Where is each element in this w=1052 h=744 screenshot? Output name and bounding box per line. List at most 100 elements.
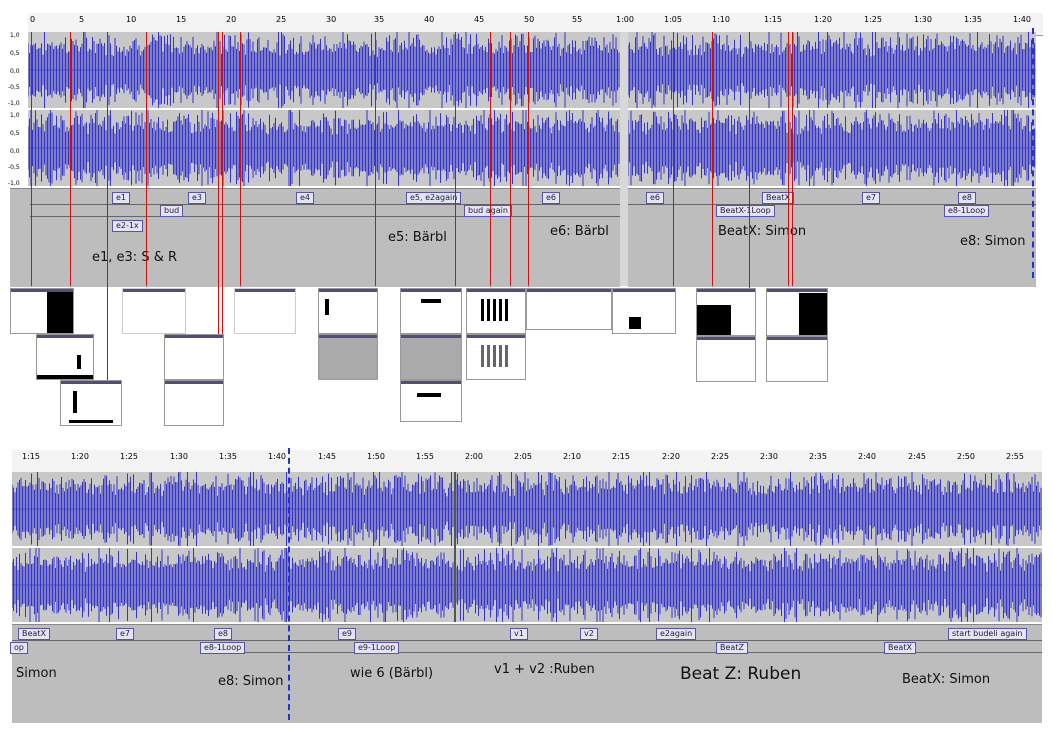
ruler-tick-label: 2:10 (563, 452, 581, 461)
label-box[interactable]: e7 (116, 628, 135, 640)
slide-thumbnail[interactable] (400, 380, 462, 422)
slide-thumbnail[interactable] (696, 336, 756, 382)
label-box[interactable]: e7 (862, 192, 881, 204)
ruler-tick-label: 2:30 (760, 452, 778, 461)
label-box[interactable]: e8-1Loop (944, 205, 990, 217)
ruler-tick-label: 0 (30, 15, 36, 24)
ruler-tick-label: 1:30 (170, 452, 188, 461)
label-box[interactable]: start budeli again (948, 628, 1027, 640)
slide-thumbnail[interactable] (318, 334, 378, 380)
audio-track-right-channel[interactable] (28, 110, 620, 186)
slide-thumbnail[interactable] (164, 334, 224, 380)
slide-thumbnail[interactable] (36, 334, 94, 380)
amplitude-scale: 1,0 0,5 0,0 -0,5 -1,0 1,0 0,5 0,0 -0,5 -… (8, 32, 28, 188)
marker-line (788, 32, 789, 286)
label-box[interactable]: e8 (214, 628, 233, 640)
playhead-marker[interactable] (1032, 28, 1034, 278)
label-box[interactable]: bud again (464, 205, 512, 217)
label-box[interactable]: e4 (296, 192, 315, 204)
label-box[interactable]: e2again (656, 628, 697, 640)
label-line (30, 204, 620, 205)
slide-thumbnail[interactable] (696, 288, 756, 336)
label-box[interactable]: BeatX (762, 192, 794, 204)
marker-line (510, 32, 511, 286)
label-box[interactable]: BeatX (884, 642, 916, 654)
label-box[interactable]: e6 (646, 192, 665, 204)
slide-thumbnail[interactable] (10, 288, 74, 334)
waveform-path (12, 472, 1042, 546)
audio-track-right-channel[interactable] (12, 548, 1042, 622)
ruler-tick-label: 1:35 (964, 15, 982, 24)
slide-thumbnail[interactable] (612, 288, 676, 334)
marker-line (712, 32, 713, 286)
scale-label: 0,0 (10, 148, 20, 155)
ruler-tick-label: 2:40 (858, 452, 876, 461)
slide-thumbnail[interactable] (466, 334, 526, 380)
ruler-tick-label: 1:20 (814, 15, 832, 24)
label-box[interactable]: v1 (510, 628, 528, 640)
ruler-tick-label: 1:25 (120, 452, 138, 461)
ruler-tick-label: 20 (226, 15, 237, 24)
audio-track-right-channel[interactable] (628, 110, 1036, 186)
marker-line (673, 32, 674, 286)
label-box[interactable]: e5, e2again (406, 192, 462, 204)
big-label: e6: Bärbl (550, 224, 609, 239)
label-box[interactable]: e2-1x (112, 220, 143, 232)
scale-label: -1,0 (8, 180, 20, 187)
audio-track-left-channel[interactable] (628, 32, 1036, 108)
slide-thumbnail[interactable] (234, 288, 296, 334)
playhead-marker[interactable] (288, 448, 290, 720)
scale-label: 0,5 (10, 130, 20, 137)
label-box[interactable]: BeatX-1Loop (716, 205, 775, 217)
clip-boundary (454, 472, 456, 622)
label-line (12, 640, 1042, 641)
ruler-tick-label: 1:10 (712, 15, 730, 24)
scale-label: 1,0 (10, 32, 20, 39)
bottom-timeline: 1:15 1:20 1:25 1:30 1:35 1:40 1:45 1:50 … (0, 448, 1052, 744)
scale-label: -0,5 (8, 164, 20, 171)
ruler-tick-label: 45 (474, 15, 485, 24)
waveform-path (12, 548, 1042, 622)
slide-thumbnail[interactable] (526, 288, 612, 330)
label-box[interactable]: BeatZ (716, 642, 748, 654)
big-label: wie 6 (Bärbl) (350, 666, 434, 681)
top-timeline: 0 5 10 15 20 25 30 35 40 45 50 55 1:00 1… (0, 0, 1052, 382)
ruler-tick-label: 1:45 (318, 452, 336, 461)
label-box[interactable]: e9-1Loop (354, 642, 400, 654)
label-box[interactable]: e9 (338, 628, 357, 640)
window-divider (620, 32, 628, 286)
label-box[interactable]: bud (160, 205, 184, 217)
label-box[interactable]: e1 (112, 192, 131, 204)
big-label: e5: Bärbl (388, 230, 447, 245)
audio-track-left-channel[interactable] (28, 32, 620, 108)
slide-thumbnail[interactable] (466, 288, 526, 334)
label-line (30, 216, 620, 217)
slide-thumbnail[interactable] (766, 288, 828, 336)
slide-thumbnail[interactable] (318, 288, 378, 334)
ruler-tick-label: 15 (176, 15, 187, 24)
label-box[interactable]: e8-1Loop (200, 642, 246, 654)
label-box[interactable]: e6 (542, 192, 561, 204)
ruler-tick-label: 55 (572, 15, 583, 24)
slide-thumbnail[interactable] (400, 288, 462, 334)
label-box[interactable]: e8 (958, 192, 977, 204)
slide-thumbnail[interactable] (122, 288, 186, 334)
ruler-tick-label: 1:15 (22, 452, 40, 461)
slide-thumbnail[interactable] (60, 380, 122, 426)
label-box[interactable]: e3 (188, 192, 207, 204)
slide-thumbnail[interactable] (164, 380, 224, 426)
ruler-tick-label: 1:55 (416, 452, 434, 461)
scale-label: -1,0 (8, 100, 20, 107)
audio-track-left-channel[interactable] (12, 472, 1042, 546)
big-label: v1 + v2 :Ruben (494, 662, 595, 677)
scale-label: 0,0 (10, 68, 20, 75)
label-box[interactable]: BeatX (18, 628, 50, 640)
ruler-tick-label: 1:20 (71, 452, 89, 461)
label-box[interactable]: op (10, 642, 28, 654)
scale-label: 1,0 (10, 112, 20, 119)
marker-line (792, 32, 793, 286)
label-box[interactable]: v2 (580, 628, 598, 640)
bottom-time-ruler[interactable]: 1:15 1:20 1:25 1:30 1:35 1:40 1:45 1:50 … (12, 450, 1042, 473)
slide-thumbnail[interactable] (400, 334, 462, 380)
slide-thumbnail[interactable] (766, 336, 828, 382)
